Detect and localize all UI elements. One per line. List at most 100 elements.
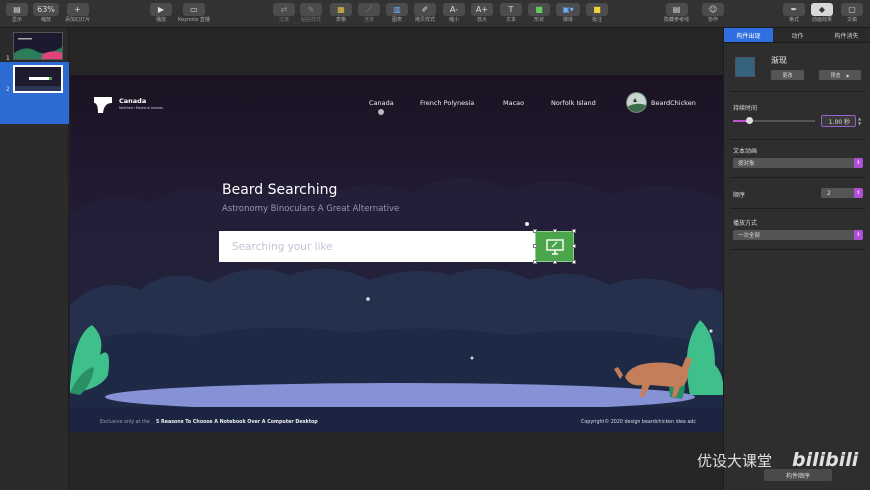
view-button[interactable]: ▤ 显示 xyxy=(6,3,28,23)
copy-style-icon: ✐ xyxy=(414,3,436,16)
animate-button[interactable]: ◆ 动画效果 xyxy=(811,3,833,23)
paste-style-icon: ✎ xyxy=(300,3,322,16)
keynote-window: ▤ 显示 63% 缩放 + 添加幻灯片 ▶ 播放 ▭ Keynote 直播 ⇄ … xyxy=(0,0,870,490)
document-icon: ▢ xyxy=(841,3,863,16)
connect-button[interactable]: ⟋ 连接 xyxy=(358,3,380,23)
hero-title: Beard Searching xyxy=(222,182,338,198)
shrink-button[interactable]: A- 缩小 xyxy=(443,3,465,23)
preview-button[interactable]: 预览 ▶ xyxy=(819,70,861,80)
avatar[interactable] xyxy=(626,92,647,113)
slide[interactable]: Canada Northern Mariana Islands Canada F… xyxy=(70,75,723,432)
divider xyxy=(730,249,865,250)
chevron-updown-icon: ⇕ xyxy=(854,230,863,240)
media-button[interactable]: ▣▾ 媒体 xyxy=(556,3,580,23)
bilibili-logo: bilibili xyxy=(792,449,859,471)
shape-button[interactable]: ■ 形状 xyxy=(528,3,550,23)
chevron-updown-icon: ⇕ xyxy=(854,158,863,168)
selection-handle[interactable] xyxy=(572,229,576,233)
delivery-select[interactable]: 一次全部 ⇕ xyxy=(733,230,863,240)
search-button[interactable] xyxy=(535,231,574,262)
footer-text: Exclusive only at the xyxy=(100,420,150,425)
duration-slider-knob[interactable] xyxy=(746,117,753,124)
delivery-label: 播放方式 xyxy=(733,220,758,227)
user-name[interactable]: BeardChicken xyxy=(651,99,696,107)
animate-inspector: 构件出现 动作 构件消失 渐现 更改 预览 ▶ 持续时间 1.00 秒 ▲ ▼ 文… xyxy=(723,28,870,490)
footer-link[interactable]: 5 Reasons To Choose A Notebook Over A Co… xyxy=(156,420,318,425)
inspector-tabs: 构件出现 动作 构件消失 xyxy=(724,28,870,43)
toolbar: ▤ 显示 63% 缩放 + 添加幻灯片 ▶ 播放 ▭ Keynote 直播 ⇄ … xyxy=(0,0,870,28)
delivery-value: 一次全部 xyxy=(738,233,761,239)
text-animation-select[interactable]: 按对象 ⇕ xyxy=(733,158,863,168)
keynote-live-button[interactable]: ▭ Keynote 直播 xyxy=(178,3,210,23)
selection-handle[interactable] xyxy=(572,260,576,264)
slide-number: 2 xyxy=(6,86,10,93)
format-icon: ✒ xyxy=(783,3,805,16)
menu-item-french-polynesia[interactable]: French Polynesia xyxy=(420,99,474,107)
menu-item-canada[interactable]: Canada xyxy=(369,99,394,107)
selection-handle[interactable] xyxy=(572,244,576,248)
slide-thumbnail-art xyxy=(15,67,61,91)
keynote-live-icon: ▭ xyxy=(182,3,205,16)
play-button[interactable]: ▶ 播放 xyxy=(150,3,172,23)
zoom-select[interactable]: 63% 缩放 xyxy=(33,3,59,23)
text-icon: T xyxy=(500,3,522,16)
selection-handle[interactable] xyxy=(553,229,557,233)
enlarge-button[interactable]: A+ 放大 xyxy=(471,3,493,23)
selection-handle[interactable] xyxy=(553,260,557,264)
play-icon: ▶ xyxy=(150,3,172,16)
duration-stepper[interactable]: ▲ ▼ xyxy=(858,116,863,126)
comment-button[interactable]: ■ 批注 xyxy=(586,3,608,23)
text-animation-value: 按对象 xyxy=(738,161,755,167)
media-icon: ▣▾ xyxy=(556,3,580,16)
slide-thumbnail[interactable] xyxy=(13,32,63,60)
collaborate-icon: ☺ xyxy=(702,3,724,16)
monitor-search-icon xyxy=(545,238,564,255)
order-select[interactable]: 2 ⇕ xyxy=(821,188,863,198)
search-box xyxy=(219,231,536,262)
brand-title: Canada xyxy=(119,97,147,105)
text-animation-label: 文本动画 xyxy=(733,148,758,155)
transition-button[interactable]: ⇄ 过渡 xyxy=(273,3,295,23)
watermark-text: 优设大课堂 xyxy=(697,452,773,470)
add-slide-icon: + xyxy=(66,3,89,16)
format-button[interactable]: ✒ 格式 xyxy=(783,3,805,23)
copy-style-button[interactable]: ✐ 拷贝样式 xyxy=(414,3,436,23)
effect-preview-thumbnail xyxy=(735,57,755,77)
animate-icon: ◆ xyxy=(811,3,833,16)
change-button[interactable]: 更改 xyxy=(771,70,804,80)
slide-thumbnail-art xyxy=(14,33,62,59)
divider xyxy=(730,91,865,92)
tab-action[interactable]: 动作 xyxy=(773,28,822,43)
table-button[interactable]: ▦ 表格 xyxy=(330,3,352,23)
divider xyxy=(730,208,865,209)
transition-icon: ⇄ xyxy=(273,3,295,16)
view-icon: ▤ xyxy=(6,3,28,16)
menu-item-macao[interactable]: Macao xyxy=(503,99,524,107)
tab-build-out[interactable]: 构件消失 xyxy=(822,28,870,43)
selection-handle[interactable] xyxy=(533,244,537,248)
chart-icon: ▥ xyxy=(386,3,408,16)
paste-style-button[interactable]: ✎ 粘贴样式 xyxy=(300,3,322,23)
duration-label: 持续时间 xyxy=(733,105,758,112)
enlarge-icon: A+ xyxy=(471,3,493,16)
add-slide-button[interactable]: + 添加幻灯片 xyxy=(65,3,90,23)
tab-build-in[interactable]: 构件出现 xyxy=(724,28,773,43)
chart-button[interactable]: ▥ 图表 xyxy=(386,3,408,23)
slide-thumbnail-selected[interactable] xyxy=(13,65,63,93)
connect-icon: ⟋ xyxy=(358,3,380,16)
duration-input[interactable]: 1.00 秒 xyxy=(821,115,856,127)
selection-handle[interactable] xyxy=(533,229,537,233)
order-label: 顺序 xyxy=(733,192,746,199)
slide-navigator: 1 2 xyxy=(0,28,69,490)
text-button[interactable]: T 文本 xyxy=(500,3,522,23)
selection-handle[interactable] xyxy=(533,260,537,264)
hide-guides-button[interactable]: ▤ 隐藏参考线 xyxy=(664,3,689,23)
collaborate-button[interactable]: ☺ 协作 xyxy=(702,3,724,23)
menu-item-norfolk-island[interactable]: Norfolk Island xyxy=(551,99,596,107)
document-button[interactable]: ▢ 文稿 xyxy=(841,3,863,23)
search-input[interactable] xyxy=(219,231,536,262)
comment-icon: ■ xyxy=(586,3,608,16)
zoom-value: 63% xyxy=(33,3,59,16)
play-small-icon: ▶ xyxy=(846,72,850,78)
duration-slider[interactable] xyxy=(733,117,815,124)
